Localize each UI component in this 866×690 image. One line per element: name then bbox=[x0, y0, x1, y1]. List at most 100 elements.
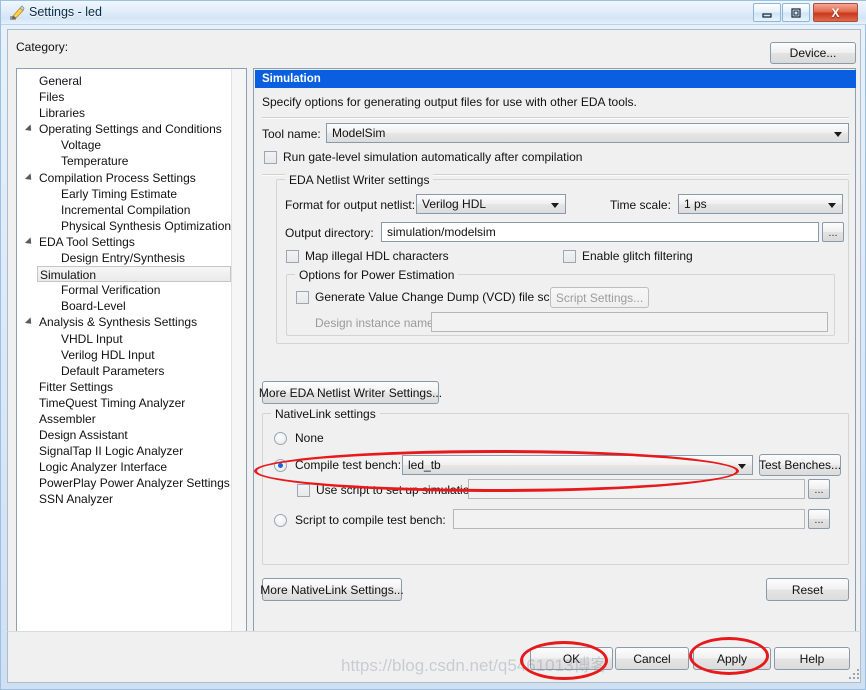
help-button[interactable]: Help bbox=[774, 647, 850, 670]
panel-header: Simulation bbox=[255, 70, 856, 88]
design-instance-name-input[interactable] bbox=[431, 312, 828, 332]
nativelink-compile-testbench-radio[interactable] bbox=[274, 459, 287, 472]
sidebar-item-signaltap-ii-logic-analyzer[interactable]: SignalTap II Logic Analyzer bbox=[17, 443, 231, 459]
sidebar-item-libraries[interactable]: Libraries bbox=[17, 105, 231, 121]
sidebar-item-powerplay-power-analyzer-settings[interactable]: PowerPlay Power Analyzer Settings bbox=[17, 475, 231, 491]
device-button[interactable]: Device... bbox=[770, 42, 856, 64]
testbench-value: led_tb bbox=[408, 458, 441, 472]
sidebar-item-design-entry-synthesis[interactable]: Design Entry/Synthesis bbox=[17, 250, 231, 266]
sidebar-item-design-assistant[interactable]: Design Assistant bbox=[17, 427, 231, 443]
use-script-setup-input[interactable] bbox=[468, 479, 805, 499]
test-benches-button[interactable]: Test Benches... bbox=[759, 454, 841, 476]
sidebar-item-files[interactable]: Files bbox=[17, 89, 231, 105]
sidebar-item-label: Assembler bbox=[39, 411, 96, 426]
sidebar-item-operating-settings-and-conditions[interactable]: Operating Settings and Conditions bbox=[17, 121, 231, 137]
settings-window: Settings - led X Category: Device... Gen… bbox=[0, 0, 866, 690]
minimize-button[interactable] bbox=[753, 3, 781, 22]
output-directory-value: simulation/modelsim bbox=[387, 225, 496, 239]
sidebar-item-eda-tool-settings[interactable]: EDA Tool Settings bbox=[17, 234, 231, 250]
format-output-netlist-value: Verilog HDL bbox=[422, 197, 487, 211]
nativelink-group: NativeLink settings None Compile test be… bbox=[262, 407, 849, 565]
generate-vcd-checkbox[interactable] bbox=[296, 291, 309, 304]
script-compile-input[interactable] bbox=[453, 509, 805, 529]
cancel-button[interactable]: Cancel bbox=[615, 647, 689, 670]
script-compile-browse-button[interactable]: ... bbox=[808, 509, 830, 529]
simulation-settings-panel: Simulation Specify options for generatin… bbox=[253, 68, 856, 653]
sidebar-item-simulation[interactable]: Simulation bbox=[37, 266, 231, 283]
nativelink-group-title: NativeLink settings bbox=[271, 407, 380, 421]
netlist-writer-group: EDA Netlist Writer settings Format for o… bbox=[276, 173, 849, 344]
restore-icon bbox=[783, 4, 809, 21]
generate-vcd-label: Generate Value Change Dump (VCD) file sc… bbox=[315, 290, 567, 304]
expand-arrow-icon[interactable] bbox=[24, 124, 35, 134]
sidebar-item-voltage[interactable]: Voltage bbox=[17, 137, 231, 153]
apply-button[interactable]: Apply bbox=[693, 647, 771, 670]
sidebar-item-temperature[interactable]: Temperature bbox=[17, 153, 231, 169]
resize-grip[interactable] bbox=[849, 669, 860, 680]
sidebar-item-physical-synthesis-optimizations[interactable]: Physical Synthesis Optimizations bbox=[17, 218, 237, 234]
sidebar-item-label: Libraries bbox=[39, 106, 86, 121]
sidebar-item-label: Analysis & Synthesis Settings bbox=[39, 315, 198, 330]
sidebar-item-label: Files bbox=[39, 90, 65, 105]
sidebar-item-label: Logic Analyzer Interface bbox=[39, 460, 168, 475]
sidebar-item-label: Simulation bbox=[40, 268, 97, 283]
close-button[interactable]: X bbox=[813, 3, 858, 22]
nativelink-script-compile-radio[interactable] bbox=[274, 514, 287, 527]
sidebar-item-label: Physical Synthesis Optimizations bbox=[61, 218, 238, 233]
sidebar-item-verilog-hdl-input[interactable]: Verilog HDL Input bbox=[17, 347, 231, 363]
sidebar-item-incremental-compilation[interactable]: Incremental Compilation bbox=[17, 202, 231, 218]
tool-name-combo[interactable]: ModelSim bbox=[326, 123, 849, 143]
testbench-combo[interactable]: led_tb bbox=[402, 455, 753, 475]
expand-arrow-icon[interactable] bbox=[24, 317, 35, 328]
use-script-setup-browse-button[interactable]: ... bbox=[808, 479, 830, 499]
use-script-setup-checkbox[interactable] bbox=[297, 484, 310, 497]
sidebar-item-vhdl-input[interactable]: VHDL Input bbox=[17, 331, 231, 347]
reset-button[interactable]: Reset bbox=[766, 578, 849, 601]
sidebar-item-label: Board-Level bbox=[61, 299, 126, 314]
sidebar-item-board-level[interactable]: Board-Level bbox=[17, 298, 231, 314]
sidebar-item-logic-analyzer-interface[interactable]: Logic Analyzer Interface bbox=[17, 459, 231, 475]
use-script-setup-value bbox=[474, 480, 800, 498]
sidebar-item-analysis-synthesis-settings[interactable]: Analysis & Synthesis Settings bbox=[17, 314, 231, 330]
timescale-combo[interactable]: 1 ps bbox=[678, 194, 843, 214]
sidebar-item-label: Temperature bbox=[61, 154, 129, 169]
category-tree[interactable]: General Files Libraries Operating Settings … bbox=[16, 68, 247, 653]
output-directory-label: Output directory: bbox=[285, 226, 374, 240]
sidebar-item-label: Early Timing Estimate bbox=[61, 186, 178, 201]
output-directory-browse-button[interactable]: ... bbox=[822, 222, 844, 242]
run-gatelevel-label: Run gate-level simulation automatically … bbox=[283, 150, 583, 164]
sidebar-item-early-timing-estimate[interactable]: Early Timing Estimate bbox=[17, 186, 231, 202]
sidebar-item-label: Compilation Process Settings bbox=[39, 170, 196, 185]
expand-arrow-icon[interactable] bbox=[24, 172, 35, 183]
sidebar-item-default-parameters[interactable]: Default Parameters bbox=[17, 363, 231, 379]
panel-description: Specify options for generating output fi… bbox=[262, 95, 637, 109]
timescale-value: 1 ps bbox=[684, 197, 707, 211]
format-output-netlist-combo[interactable]: Verilog HDL bbox=[416, 194, 566, 214]
sidebar-item-label: Design Assistant bbox=[39, 428, 128, 443]
more-eda-netlist-writer-settings-button[interactable]: More EDA Netlist Writer Settings... bbox=[259, 381, 442, 404]
sidebar-item-label: Voltage bbox=[61, 138, 102, 153]
output-directory-input[interactable]: simulation/modelsim bbox=[381, 222, 819, 242]
sidebar-item-label: General bbox=[39, 74, 82, 88]
sidebar-item-assembler[interactable]: Assembler bbox=[17, 411, 231, 427]
expand-arrow-icon[interactable] bbox=[24, 237, 35, 247]
chevron-down-icon bbox=[834, 132, 842, 137]
sidebar-item-formal-verification[interactable]: Formal Verification bbox=[17, 282, 231, 298]
sidebar-item-fitter-settings[interactable]: Fitter Settings bbox=[17, 379, 231, 395]
script-settings-button[interactable]: Script Settings... bbox=[550, 287, 649, 308]
tree-scrollbar[interactable] bbox=[231, 69, 246, 652]
sidebar-item-ssn-analyzer[interactable]: SSN Analyzer bbox=[17, 491, 231, 507]
sidebar-item-label: VHDL Input bbox=[61, 331, 123, 346]
enable-glitch-filtering-checkbox[interactable] bbox=[563, 250, 576, 263]
map-illegal-hdl-checkbox[interactable] bbox=[286, 250, 299, 263]
sidebar-item-general[interactable]: General bbox=[17, 73, 231, 89]
sidebar-item-compilation-process-settings[interactable]: Compilation Process Settings bbox=[17, 170, 231, 186]
run-gatelevel-checkbox[interactable] bbox=[264, 151, 277, 164]
restore-button[interactable] bbox=[782, 3, 810, 22]
nativelink-none-radio[interactable] bbox=[274, 432, 287, 445]
design-instance-name-label: Design instance name: bbox=[315, 316, 438, 330]
sidebar-item-label: Operating Settings and Conditions bbox=[39, 122, 222, 137]
sidebar-item-timequest-timing-analyzer[interactable]: TimeQuest Timing Analyzer bbox=[17, 395, 231, 411]
more-nativelink-settings-button[interactable]: More NativeLink Settings... bbox=[260, 578, 404, 601]
sidebar-item-label: SSN Analyzer bbox=[39, 492, 114, 507]
